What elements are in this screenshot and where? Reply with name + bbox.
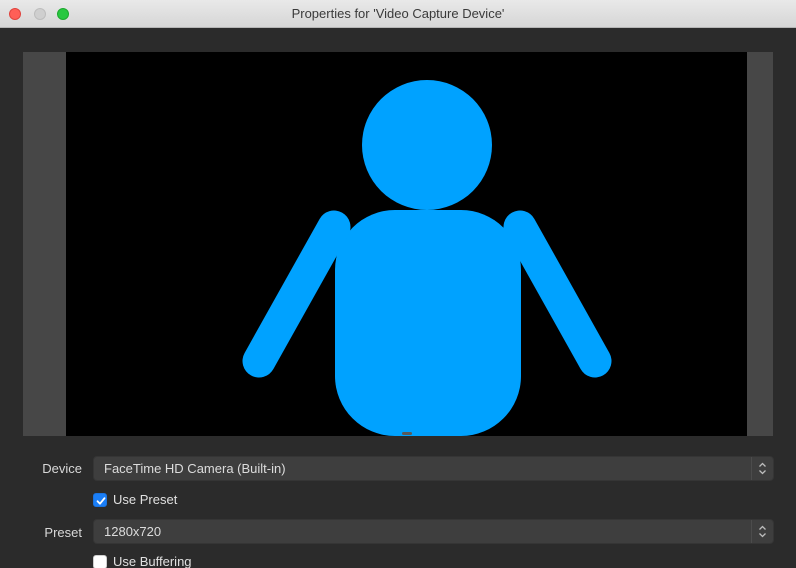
up-down-chevron-icon [751, 457, 773, 480]
preset-label: Preset [44, 525, 82, 540]
up-down-chevron-icon [751, 520, 773, 543]
use-preset-checkbox[interactable] [93, 493, 107, 507]
device-select-value: FaceTime HD Camera (Built-in) [104, 461, 286, 476]
person-placeholder-icon [242, 80, 612, 436]
preset-select-value: 1280x720 [104, 524, 162, 539]
checkmark-icon [96, 497, 106, 505]
properties-window: Properties for 'Video Capture Device' De… [0, 0, 796, 568]
use-buffering-label: Use Buffering [113, 554, 192, 568]
title-bar[interactable]: Properties for 'Video Capture Device' [0, 0, 796, 28]
device-select[interactable]: FaceTime HD Camera (Built-in) [93, 456, 774, 481]
preset-select[interactable]: 1280x720 [93, 519, 774, 544]
video-preview [66, 52, 747, 436]
preview-area [23, 52, 773, 436]
use-preset-label: Use Preset [113, 492, 178, 507]
window-title: Properties for 'Video Capture Device' [291, 6, 505, 21]
use-buffering-checkbox[interactable] [93, 555, 107, 568]
preview-resize-handle[interactable] [402, 432, 412, 435]
device-label: Device [42, 461, 82, 476]
